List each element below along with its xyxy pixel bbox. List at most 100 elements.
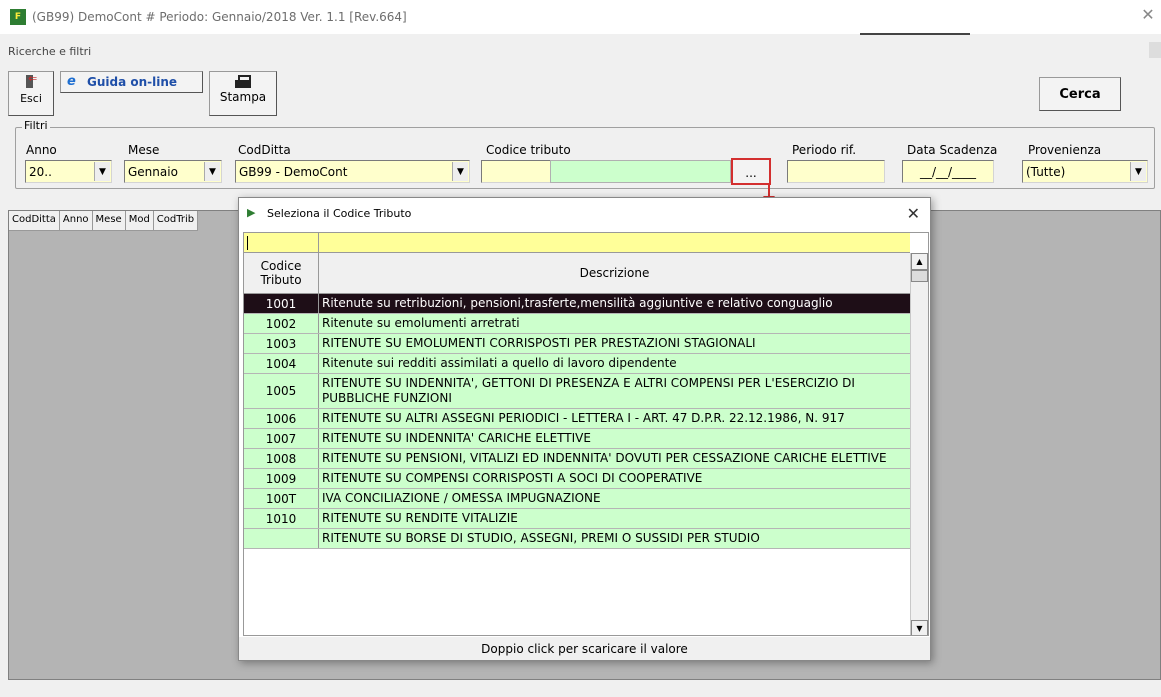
tributo-row[interactable]: 1009 RITENUTE SU COMPENSI CORRISPOSTI A S…	[244, 469, 910, 489]
tributo-desc-cell: RITENUTE SU COMPENSI CORRISPOSTI A SOCI …	[322, 471, 703, 485]
tributo-filter-row[interactable]	[244, 233, 910, 253]
tributo-code-cell: 1009	[244, 469, 319, 488]
data-scadenza-input[interactable]: __/__/____	[902, 160, 994, 183]
dialog-title: Seleziona il Codice Tributo	[267, 206, 412, 220]
tributo-row[interactable]: 1008 RITENUTE SU PENSIONI, VITALIZI ED IN…	[244, 449, 910, 469]
grid-col-header[interactable]: Anno	[59, 211, 93, 231]
tributo-desc-cell: Ritenute su retribuzioni, pensioni,trasf…	[322, 296, 833, 310]
tributo-desc-cell: Ritenute su emolumenti arretrati	[322, 316, 520, 330]
tributo-row[interactable]: 1010 RITENUTE SU RENDITE VITALIZIE	[244, 509, 910, 529]
tributo-code-cell: 100T	[244, 489, 319, 508]
tributo-desc-cell: RITENUTE SU INDENNITA' CARICHE ELETTIVE	[322, 431, 591, 445]
anno-select[interactable]: 20.. ▼	[25, 160, 112, 183]
dialog-titlebar: ▶ Seleziona il Codice Tributo ✕	[239, 198, 930, 228]
tributo-desc-cell: RITENUTE SU RENDITE VITALIZIE	[322, 511, 518, 525]
tributo-desc-cell: RITENUTE SU ALTRI ASSEGNI PERIODICI - LE…	[322, 411, 845, 425]
stampa-button[interactable]: Stampa	[209, 71, 277, 116]
exit-door-icon	[25, 72, 37, 89]
provenienza-select[interactable]: (Tutte) ▼	[1022, 160, 1148, 183]
tributo-code-cell: 1002	[244, 314, 319, 333]
tributo-rows: 1001 Ritenute su retribuzioni, pensioni,t…	[244, 294, 910, 549]
cerca-button[interactable]: Cerca	[1039, 77, 1121, 111]
tributo-row[interactable]: 1005 RITENUTE SU INDENNITA', GETTONI DI P…	[244, 374, 910, 409]
codditta-select[interactable]: GB99 - DemoCont ▼	[235, 160, 470, 183]
codice-tributo-dialog: ▶ Seleziona il Codice Tributo ✕ Codice T…	[238, 197, 931, 661]
vertical-scrollbar[interactable]: ▲ ▼	[910, 253, 928, 635]
tributo-desc-cell: IVA CONCILIAZIONE / OMESSA IMPUGNAZIONE	[322, 491, 601, 505]
text-caret	[247, 236, 248, 250]
mese-label: Mese	[128, 143, 160, 157]
guida-online-button[interactable]: e Guida on-line	[60, 71, 203, 93]
codice-tributo-input[interactable]	[481, 160, 551, 183]
dialog-close-icon[interactable]: ✕	[907, 204, 920, 223]
codditta-label: CodDitta	[238, 143, 291, 157]
chevron-down-icon[interactable]: ▼	[94, 162, 110, 181]
col-code-line1: Codice	[260, 259, 302, 273]
tributo-code-cell: 1005	[244, 374, 319, 408]
panel-header: Ricerche e filtri	[0, 38, 1161, 64]
tributo-row[interactable]: 1003 RITENUTE SU EMOLUMENTI CORRISPOSTI P…	[244, 334, 910, 354]
grid-col-header[interactable]: Mod	[125, 211, 154, 231]
tributo-code-cell: 1003	[244, 334, 319, 353]
tributo-code-cell: 1010	[244, 509, 319, 528]
window-title: (GB99) DemoCont # Periodo: Gennaio/2018 …	[32, 10, 407, 24]
dialog-status-text: Doppio click per scaricare il valore	[239, 637, 930, 660]
col-header-codice-tributo[interactable]: Codice Tributo	[244, 253, 319, 293]
codice-tributo-label: Codice tributo	[486, 143, 571, 157]
tributo-row[interactable]: RITENUTE SU BORSE DI STUDIO, ASSEGNI, PR…	[244, 529, 910, 549]
scroll-down-icon[interactable]: ▼	[911, 620, 928, 635]
data-scadenza-value: __/__/____	[919, 164, 977, 179]
tributo-table-header: Codice Tributo Descrizione	[244, 253, 910, 294]
tributo-row[interactable]: 1002 Ritenute su emolumenti arretrati	[244, 314, 910, 334]
mese-select[interactable]: Gennaio ▼	[124, 160, 222, 183]
window-close-icon[interactable]: ✕	[1141, 7, 1155, 23]
grid-col-header[interactable]: CodTrib	[153, 211, 199, 231]
esci-button[interactable]: Esci	[8, 71, 54, 116]
data-scadenza-label: Data Scadenza	[907, 143, 998, 157]
chevron-down-icon[interactable]: ▼	[1130, 162, 1146, 181]
tributo-desc-cell: RITENUTE SU PENSIONI, VITALIZI ED INDENN…	[322, 451, 887, 465]
codice-tributo-description	[550, 160, 731, 183]
grid-col-header[interactable]: CodDitta	[9, 211, 60, 231]
chevron-down-icon[interactable]: ▼	[204, 162, 220, 181]
internet-explorer-icon: e	[67, 74, 76, 89]
tributo-row[interactable]: 1004 Ritenute sui redditi assimilati a qu…	[244, 354, 910, 374]
guida-label: Guida on-line	[87, 75, 178, 89]
codice-tributo-lookup-button[interactable]: ...	[731, 158, 771, 185]
dialog-app-icon: ▶	[247, 206, 256, 219]
grid-col-header[interactable]: Mese	[92, 211, 126, 231]
tributo-desc-cell: Ritenute sui redditi assimilati a quello…	[322, 356, 677, 370]
codditta-value: GB99 - DemoCont	[239, 164, 348, 179]
mese-value: Gennaio	[128, 164, 178, 179]
tributo-row[interactable]: 100T IVA CONCILIAZIONE / OMESSA IMPUGNAZI…	[244, 489, 910, 509]
tributo-desc-cell: RITENUTE SU BORSE DI STUDIO, ASSEGNI, PR…	[322, 531, 760, 545]
tributo-row[interactable]: 1001 Ritenute su retribuzioni, pensioni,t…	[244, 294, 910, 314]
tributo-code-cell	[244, 529, 319, 548]
scroll-up-icon[interactable]: ▲	[911, 253, 928, 270]
window-titlebar: F (GB99) DemoCont # Periodo: Gennaio/201…	[0, 0, 1161, 35]
bottom-strip	[0, 680, 1161, 697]
scroll-thumb[interactable]	[911, 270, 928, 282]
periodo-rif-label: Periodo rif.	[792, 143, 857, 157]
grid-header-row: CodDitta Anno Mese Mod CodTrib	[9, 211, 199, 231]
app-icon: F	[10, 9, 26, 25]
panel-collapse-button[interactable]	[1149, 42, 1161, 58]
anno-label: Anno	[26, 143, 57, 157]
tributo-code-cell: 1007	[244, 429, 319, 448]
col-code-line2: Tributo	[260, 273, 302, 287]
col-header-descrizione[interactable]: Descrizione	[319, 253, 910, 293]
provenienza-value: (Tutte)	[1026, 164, 1066, 179]
periodo-rif-input[interactable]	[787, 160, 885, 183]
chevron-down-icon[interactable]: ▼	[452, 162, 468, 181]
stampa-label: Stampa	[219, 90, 267, 104]
tributo-row[interactable]: 1006 RITENUTE SU ALTRI ASSEGNI PERIODICI …	[244, 409, 910, 429]
panel-title: Ricerche e filtri	[8, 44, 92, 58]
tributo-desc-cell: RITENUTE SU EMOLUMENTI CORRISPOSTI PER P…	[322, 336, 756, 350]
filtri-legend: Filtri	[22, 119, 50, 132]
tributo-row[interactable]: 1007 RITENUTE SU INDENNITA' CARICHE ELETT…	[244, 429, 910, 449]
tributo-filter-code-cell[interactable]	[244, 233, 319, 253]
tributo-code-cell: 1008	[244, 449, 319, 468]
tributo-code-cell: 1004	[244, 354, 319, 373]
tributo-code-cell: 1006	[244, 409, 319, 428]
anno-value: 20..	[29, 164, 52, 179]
